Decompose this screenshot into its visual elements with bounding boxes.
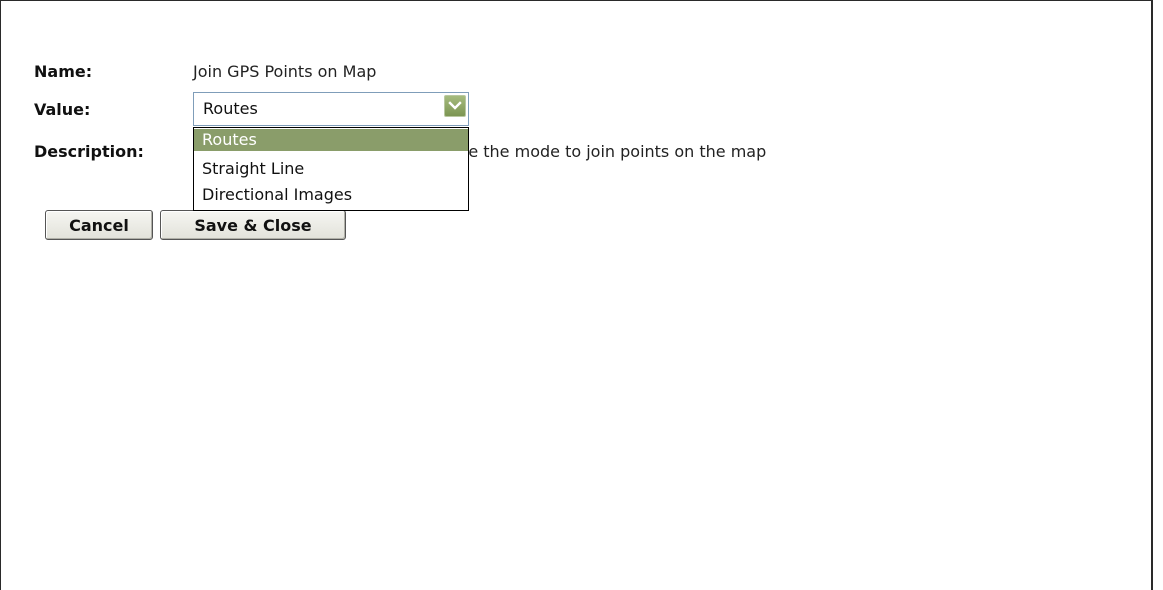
name-label: Name:: [34, 62, 93, 81]
value-dropdown-list: Routes Straight Line Directional Images: [193, 127, 469, 211]
dropdown-option-directional-images[interactable]: Directional Images: [194, 184, 468, 206]
value-select[interactable]: Routes: [193, 92, 469, 126]
dropdown-option-routes[interactable]: Routes: [194, 129, 468, 151]
description-label: Description:: [34, 142, 144, 161]
save-close-button[interactable]: Save & Close: [160, 210, 346, 240]
dropdown-option-straight-line[interactable]: Straight Line: [194, 158, 468, 180]
cancel-button[interactable]: Cancel: [45, 210, 153, 240]
value-label: Value:: [34, 100, 91, 119]
chevron-down-icon[interactable]: [444, 95, 466, 117]
dialog-frame: [0, 0, 1153, 590]
description-value: se the mode to join points on the map: [460, 142, 767, 161]
select-current-value: Routes: [203, 99, 258, 118]
name-value: Join GPS Points on Map: [193, 62, 377, 81]
